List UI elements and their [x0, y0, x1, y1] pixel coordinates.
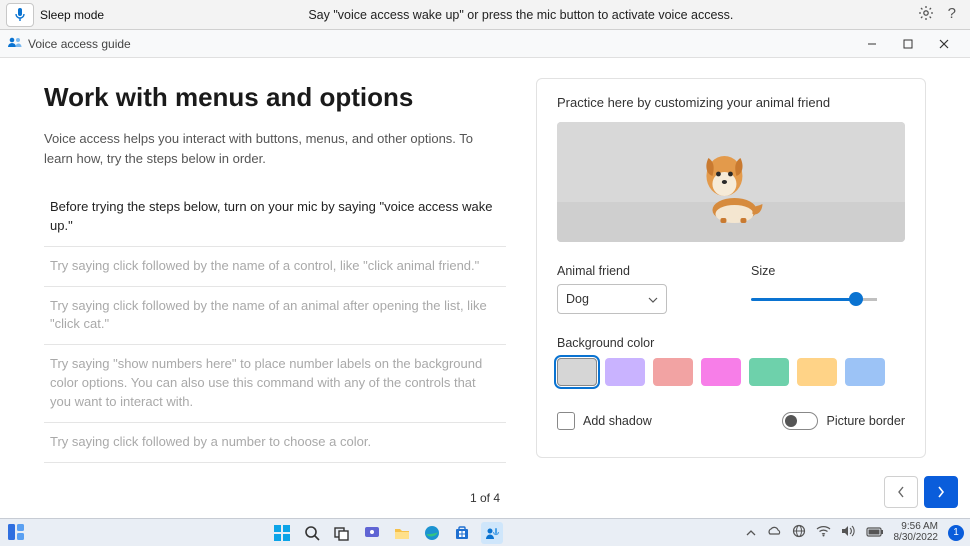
swatch-2[interactable] [605, 358, 645, 386]
file-explorer-button[interactable] [391, 522, 413, 544]
battery-icon[interactable] [866, 526, 884, 540]
step-1: Before trying the steps below, turn on y… [44, 188, 506, 247]
slider-thumb[interactable] [849, 292, 863, 306]
voice-access-guide-icon [8, 35, 22, 52]
tray-chevron-icon[interactable] [746, 526, 756, 540]
picture-border-option[interactable]: Picture border [782, 412, 905, 430]
animal-friend-value: Dog [566, 292, 589, 306]
help-icon[interactable]: ? [948, 5, 956, 24]
background-color-label: Background color [557, 336, 905, 350]
voice-access-message: Say "voice access wake up" or press the … [124, 8, 918, 22]
pager-bar: 1 of 4 [0, 478, 970, 518]
size-slider[interactable] [751, 284, 905, 314]
minimize-button[interactable] [854, 30, 890, 58]
page-indicator: 1 of 4 [470, 491, 500, 505]
taskbar: 9:56 AM 8/30/2022 1 [0, 518, 970, 546]
sleep-mode-label: Sleep mode [40, 8, 104, 22]
page-title: Work with menus and options [44, 82, 506, 113]
practice-title: Practice here by customizing your animal… [557, 95, 905, 110]
settings-icon[interactable] [918, 5, 934, 24]
swatch-4[interactable] [701, 358, 741, 386]
close-button[interactable] [926, 30, 962, 58]
add-shadow-option[interactable]: Add shadow [557, 412, 652, 430]
notification-badge[interactable]: 1 [948, 525, 964, 541]
add-shadow-label: Add shadow [583, 414, 652, 428]
swatch-3[interactable] [653, 358, 693, 386]
window-titlebar: Voice access guide [0, 30, 970, 58]
animal-friend-label: Animal friend [557, 264, 711, 278]
widgets-button[interactable] [6, 522, 28, 544]
onedrive-icon[interactable] [766, 525, 782, 540]
language-icon[interactable] [792, 524, 806, 541]
window-title: Voice access guide [28, 37, 131, 51]
step-2: Try saying click followed by the name of… [44, 247, 506, 287]
start-button[interactable] [271, 522, 293, 544]
wifi-icon[interactable] [816, 525, 831, 540]
size-label: Size [751, 264, 905, 278]
chevron-down-icon [648, 292, 658, 306]
date-text: 8/30/2022 [894, 533, 939, 544]
prev-page-button[interactable] [884, 476, 918, 508]
clock[interactable]: 9:56 AM 8/30/2022 [894, 522, 939, 543]
system-tray[interactable]: 9:56 AM 8/30/2022 1 [746, 522, 965, 543]
picture-border-label: Picture border [826, 414, 905, 428]
swatch-7[interactable] [845, 358, 885, 386]
volume-icon[interactable] [841, 525, 856, 540]
taskbar-center [28, 522, 746, 544]
voice-access-taskbar-button[interactable] [481, 522, 503, 544]
step-4: Try saying "show numbers here" to place … [44, 345, 506, 423]
picture-border-toggle[interactable] [782, 412, 818, 430]
swatch-1[interactable] [557, 358, 597, 386]
search-button[interactable] [301, 522, 323, 544]
chat-button[interactable] [361, 522, 383, 544]
color-swatches [557, 358, 905, 386]
practice-card: Practice here by customizing your animal… [536, 78, 926, 458]
instructions-panel: Work with menus and options Voice access… [44, 78, 506, 478]
main-content: Work with menus and options Voice access… [0, 58, 970, 478]
maximize-button[interactable] [890, 30, 926, 58]
mic-button[interactable] [6, 3, 34, 27]
swatch-5[interactable] [749, 358, 789, 386]
swatch-6[interactable] [797, 358, 837, 386]
dog-icon [690, 136, 768, 224]
step-3: Try saying click followed by the name of… [44, 287, 506, 346]
add-shadow-checkbox[interactable] [557, 412, 575, 430]
time-text: 9:56 AM [901, 522, 938, 533]
edge-button[interactable] [421, 522, 443, 544]
mic-icon [14, 7, 26, 23]
preview-area [557, 122, 905, 242]
step-5: Try saying click followed by a number to… [44, 423, 506, 463]
voice-access-bar: Sleep mode Say "voice access wake up" or… [0, 0, 970, 30]
animal-friend-select[interactable]: Dog [557, 284, 667, 314]
page-subtext: Voice access helps you interact with but… [44, 129, 474, 168]
task-view-button[interactable] [331, 522, 353, 544]
store-button[interactable] [451, 522, 473, 544]
next-page-button[interactable] [924, 476, 958, 508]
